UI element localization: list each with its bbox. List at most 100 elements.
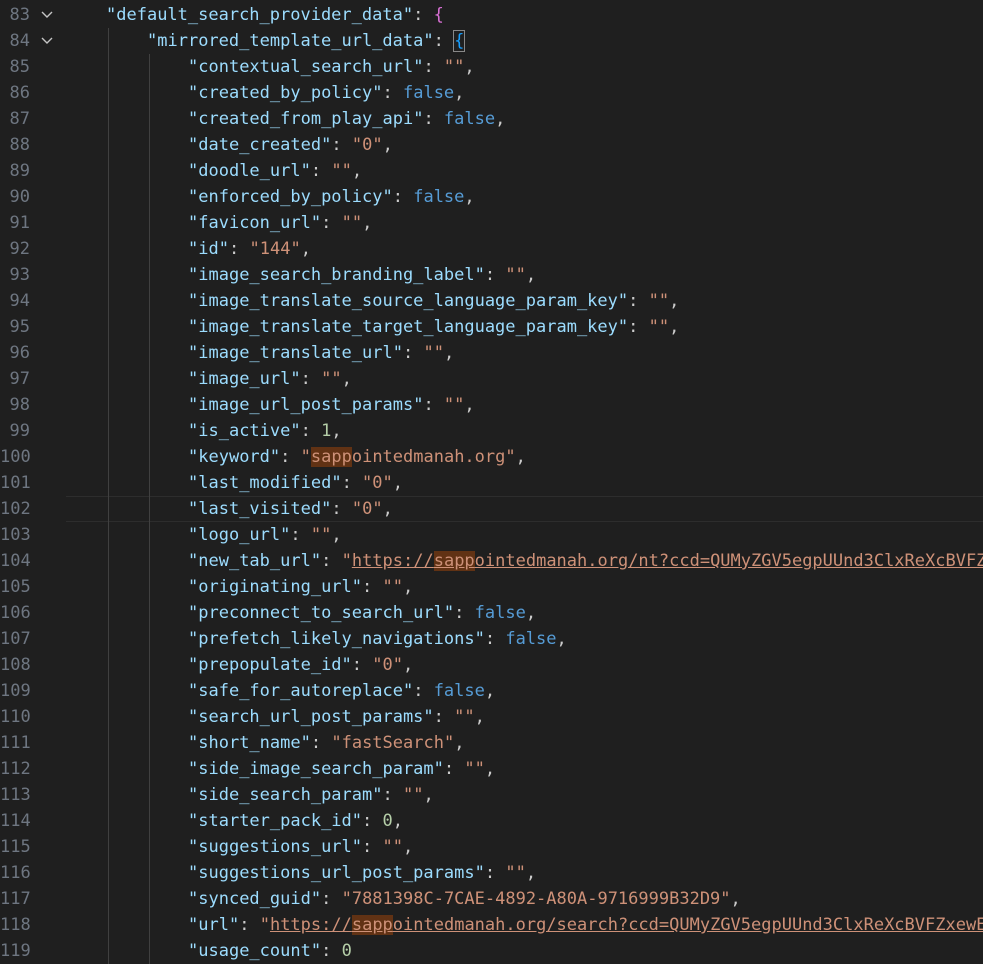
indent-guide xyxy=(149,366,150,392)
code-line[interactable]: 93 "image_search_branding_label": "", xyxy=(0,262,983,288)
json-key-quote: " xyxy=(188,421,199,441)
code-line[interactable]: 117 "synced_guid": "7881398C-7CAE-4892-A8… xyxy=(0,886,983,912)
code-line[interactable]: 84 "mirrored_template_url_data": { xyxy=(0,28,983,54)
code-text: "logo_url": "", xyxy=(188,522,342,548)
code-text: "last_modified": "0", xyxy=(188,470,403,496)
code-line[interactable]: 83 "default_search_provider_data": { xyxy=(0,2,983,28)
code-line[interactable]: 105 "originating_url": "", xyxy=(0,574,983,600)
code-line[interactable]: 116 "suggestions_url_post_params": "", xyxy=(0,860,983,886)
code-line[interactable]: 112 "side_image_search_param": "", xyxy=(0,756,983,782)
url-link[interactable]: https://sappointedmanah.org/search?ccd=Q… xyxy=(270,915,983,935)
indent-guide xyxy=(149,730,150,756)
code-line[interactable]: 96 "image_translate_url": "", xyxy=(0,340,983,366)
comma: , xyxy=(556,629,567,649)
code-line[interactable]: 114 "starter_pack_id": 0, xyxy=(0,808,983,834)
json-key-quote: " xyxy=(474,863,485,883)
indent-guide xyxy=(149,938,150,964)
indent-guide xyxy=(149,288,150,314)
code-text: "short_name": "fastSearch", xyxy=(188,730,464,756)
code-line[interactable]: 107 "prefetch_likely_navigations": false, xyxy=(0,626,983,652)
json-key-quote: " xyxy=(188,369,199,389)
colon: : xyxy=(280,447,301,467)
url-scheme: https:// xyxy=(351,551,434,571)
code-line[interactable]: 109 "safe_for_autoreplace": false, xyxy=(0,678,983,704)
code-text: "usage_count": 0 xyxy=(188,938,352,964)
code-line[interactable]: 113 "side_search_param": "", xyxy=(0,782,983,808)
code-line[interactable]: 87 "created_from_play_api": false, xyxy=(0,106,983,132)
code-line[interactable]: 89 "doodle_url": "", xyxy=(0,158,983,184)
chevron-down-icon[interactable] xyxy=(38,28,56,54)
json-key-quote: " xyxy=(413,395,424,415)
colon: : xyxy=(484,863,506,883)
indent-guide xyxy=(149,444,150,470)
indent-guide xyxy=(149,834,150,860)
search-match-highlight: sapp xyxy=(310,447,352,467)
json-key-quote: " xyxy=(392,343,403,363)
code-editor[interactable]: 83 "default_search_provider_data": {84 "mi… xyxy=(0,2,983,964)
code-line[interactable]: 85 "contextual_search_url": "", xyxy=(0,54,983,80)
comma: , xyxy=(362,213,373,233)
indent-guide xyxy=(149,262,150,288)
indent-guide xyxy=(149,496,150,522)
code-line[interactable]: 98 "image_url_post_params": "", xyxy=(0,392,983,418)
colon: : xyxy=(433,31,455,51)
colon: : xyxy=(321,889,342,909)
code-line[interactable]: 101 "last_modified": "0", xyxy=(0,470,983,496)
indent-guide xyxy=(149,574,150,600)
code-line[interactable]: 102 "last_visited": "0", xyxy=(0,496,983,522)
indent-guide xyxy=(108,262,109,288)
code-line[interactable]: 119 "usage_count": 0 xyxy=(0,938,983,964)
indent-guide xyxy=(108,652,109,678)
code-line[interactable]: 86 "created_by_policy": false, xyxy=(0,80,983,106)
code-line[interactable]: 110 "search_url_post_params": "", xyxy=(0,704,983,730)
code-line[interactable]: 92 "id": "144", xyxy=(0,236,983,262)
indent-guide xyxy=(149,652,150,678)
code-line[interactable]: 100 "keyword": "sappointedmanah.org", xyxy=(0,444,983,470)
code-text: "suggestions_url_post_params": "", xyxy=(188,860,536,886)
code-text: "last_visited": "0", xyxy=(188,496,393,522)
code-text: "date_created": "0", xyxy=(188,132,393,158)
json-key-quote: " xyxy=(474,629,485,649)
code-text: "created_by_policy": false, xyxy=(188,80,464,106)
code-line[interactable]: 99 "is_active": 1, xyxy=(0,418,983,444)
code-line[interactable]: 111 "short_name": "fastSearch", xyxy=(0,730,983,756)
string-quote: " xyxy=(372,655,383,675)
chevron-down-icon[interactable] xyxy=(38,2,56,28)
string-quote: " xyxy=(341,161,352,181)
string-quote: " xyxy=(362,473,373,493)
json-key-quote: " xyxy=(290,369,301,389)
comma: , xyxy=(300,239,311,259)
number-value: 0 xyxy=(382,811,393,831)
json-key: preconnect_to_search_url xyxy=(198,603,444,623)
comma: , xyxy=(484,681,496,701)
code-line[interactable]: 115 "suggestions_url": "", xyxy=(0,834,983,860)
number-value: 1 xyxy=(321,421,332,441)
comma: , xyxy=(443,343,455,363)
code-line[interactable]: 90 "enforced_by_policy": false, xyxy=(0,184,983,210)
url-link[interactable]: https://sappointedmanah.org/nt?ccd=QUMyZ… xyxy=(352,551,983,571)
indent-guide xyxy=(108,496,109,522)
indent-guide xyxy=(108,782,109,808)
code-line[interactable]: 97 "image_url": "", xyxy=(0,366,983,392)
string-quote: " xyxy=(331,369,342,389)
json-key-quote: " xyxy=(433,759,444,779)
string-value: 144 xyxy=(259,239,291,259)
comma: , xyxy=(484,759,496,779)
json-key-quote: " xyxy=(188,785,199,805)
code-line[interactable]: 108 "prepopulate_id": "0", xyxy=(0,652,983,678)
comma: , xyxy=(525,603,537,623)
line-number: 111 xyxy=(0,733,31,753)
comma: , xyxy=(474,707,485,727)
json-key-quote: " xyxy=(188,577,199,597)
code-line[interactable]: 118 "url": "https://sappointedmanah.org/s… xyxy=(0,912,983,938)
code-line[interactable]: 106 "preconnect_to_search_url": false, xyxy=(0,600,983,626)
code-line[interactable]: 103 "logo_url": "", xyxy=(0,522,983,548)
code-line[interactable]: 91 "favicon_url": "", xyxy=(0,210,983,236)
json-key-quote: " xyxy=(372,785,383,805)
json-key: last_modified xyxy=(198,473,332,493)
code-line[interactable]: 94 "image_translate_source_language_param… xyxy=(0,288,983,314)
code-line[interactable]: 104 "new_tab_url": "https://sappointedman… xyxy=(0,548,983,574)
json-key-quote: " xyxy=(188,603,199,623)
code-line[interactable]: 95 "image_translate_target_language_param… xyxy=(0,314,983,340)
code-line[interactable]: 88 "date_created": "0", xyxy=(0,132,983,158)
